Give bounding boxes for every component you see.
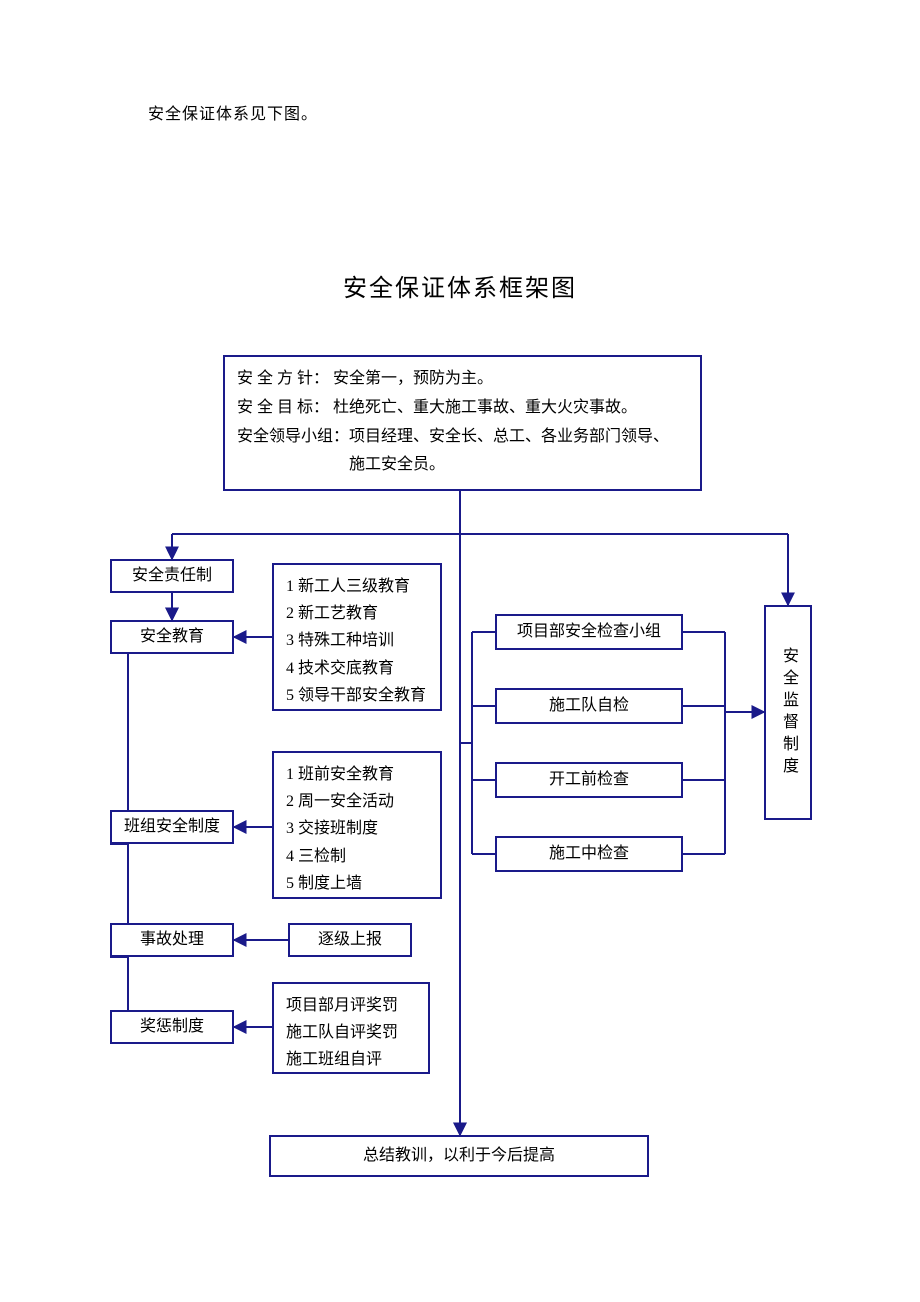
label-b5: 奖惩制度 <box>140 1013 204 1040</box>
box-reward-system: 奖惩制度 <box>110 1010 234 1044</box>
edu-l5: 5 领导干部安全教育 <box>286 682 428 709</box>
team-l1: 1 班前安全教育 <box>286 761 428 788</box>
reward-l1: 项目部月评奖罚 <box>286 992 416 1019</box>
r1-label: 项目部安全检查小组 <box>517 618 661 645</box>
label-b1: 安全责任制 <box>132 562 212 589</box>
right-r4: 施工中检查 <box>495 836 683 872</box>
label-b3: 班组安全制度 <box>124 813 220 840</box>
diagram-title: 安全保证体系框架图 <box>0 268 920 303</box>
target-value: 杜绝死亡、重大施工事故、重大火灾事故。 <box>329 399 637 416</box>
incident-detail-label: 逐级上报 <box>318 926 382 953</box>
label-b4: 事故处理 <box>140 926 204 953</box>
edu-l4: 4 技术交底教育 <box>286 655 428 682</box>
header-box: 安 全 方 针： 安全第一，预防为主。 安 全 目 标： 杜绝死亡、重大施工事故… <box>223 355 702 491</box>
intro-text: 安全保证体系见下图。 <box>148 100 318 124</box>
group-value-1: 项目经理、安全长、总工、各业务部门领导、 <box>349 428 669 445</box>
team-details-box: 1 班前安全教育 2 周一安全活动 3 交接班制度 4 三检制 5 制度上墙 <box>272 751 442 899</box>
reward-l3: 施工班组自评 <box>286 1046 416 1073</box>
group-label: 安全领导小组： <box>237 428 349 445</box>
edu-l1: 1 新工人三级教育 <box>286 573 428 600</box>
vertical-supervision-label: 安全监督制度 <box>776 647 800 779</box>
edu-l2: 2 新工艺教育 <box>286 600 428 627</box>
box-team-system: 班组安全制度 <box>110 810 234 844</box>
r3-label: 开工前检查 <box>549 766 629 793</box>
edu-details-box: 1 新工人三级教育 2 新工艺教育 3 特殊工种培训 4 技术交底教育 5 领导… <box>272 563 442 711</box>
right-r2: 施工队自检 <box>495 688 683 724</box>
team-l3: 3 交接班制度 <box>286 815 428 842</box>
reward-l2: 施工队自评奖罚 <box>286 1019 416 1046</box>
label-b2: 安全教育 <box>140 623 204 650</box>
reward-details-box: 项目部月评奖罚 施工队自评奖罚 施工班组自评 <box>272 982 430 1074</box>
incident-detail-box: 逐级上报 <box>288 923 412 957</box>
team-l2: 2 周一安全活动 <box>286 788 428 815</box>
right-r3: 开工前检查 <box>495 762 683 798</box>
target-label: 安 全 目 标： <box>237 399 329 416</box>
bottom-label: 总结教训，以利于今后提高 <box>363 1142 555 1169</box>
bottom-summary-box: 总结教训，以利于今后提高 <box>269 1135 649 1177</box>
group-value-2: 施工安全员。 <box>349 456 445 473</box>
team-l4: 4 三检制 <box>286 843 428 870</box>
r2-label: 施工队自检 <box>549 692 629 719</box>
r4-label: 施工中检查 <box>549 840 629 867</box>
team-l5: 5 制度上墙 <box>286 870 428 897</box>
policy-label: 安 全 方 针： <box>237 370 329 387</box>
vertical-supervision-box: 安全监督制度 <box>764 605 812 820</box>
policy-value: 安全第一，预防为主。 <box>329 370 493 387</box>
box-incident-handling: 事故处理 <box>110 923 234 957</box>
edu-l3: 3 特殊工种培训 <box>286 627 428 654</box>
right-r1: 项目部安全检查小组 <box>495 614 683 650</box>
box-education: 安全教育 <box>110 620 234 654</box>
box-responsibility: 安全责任制 <box>110 559 234 593</box>
